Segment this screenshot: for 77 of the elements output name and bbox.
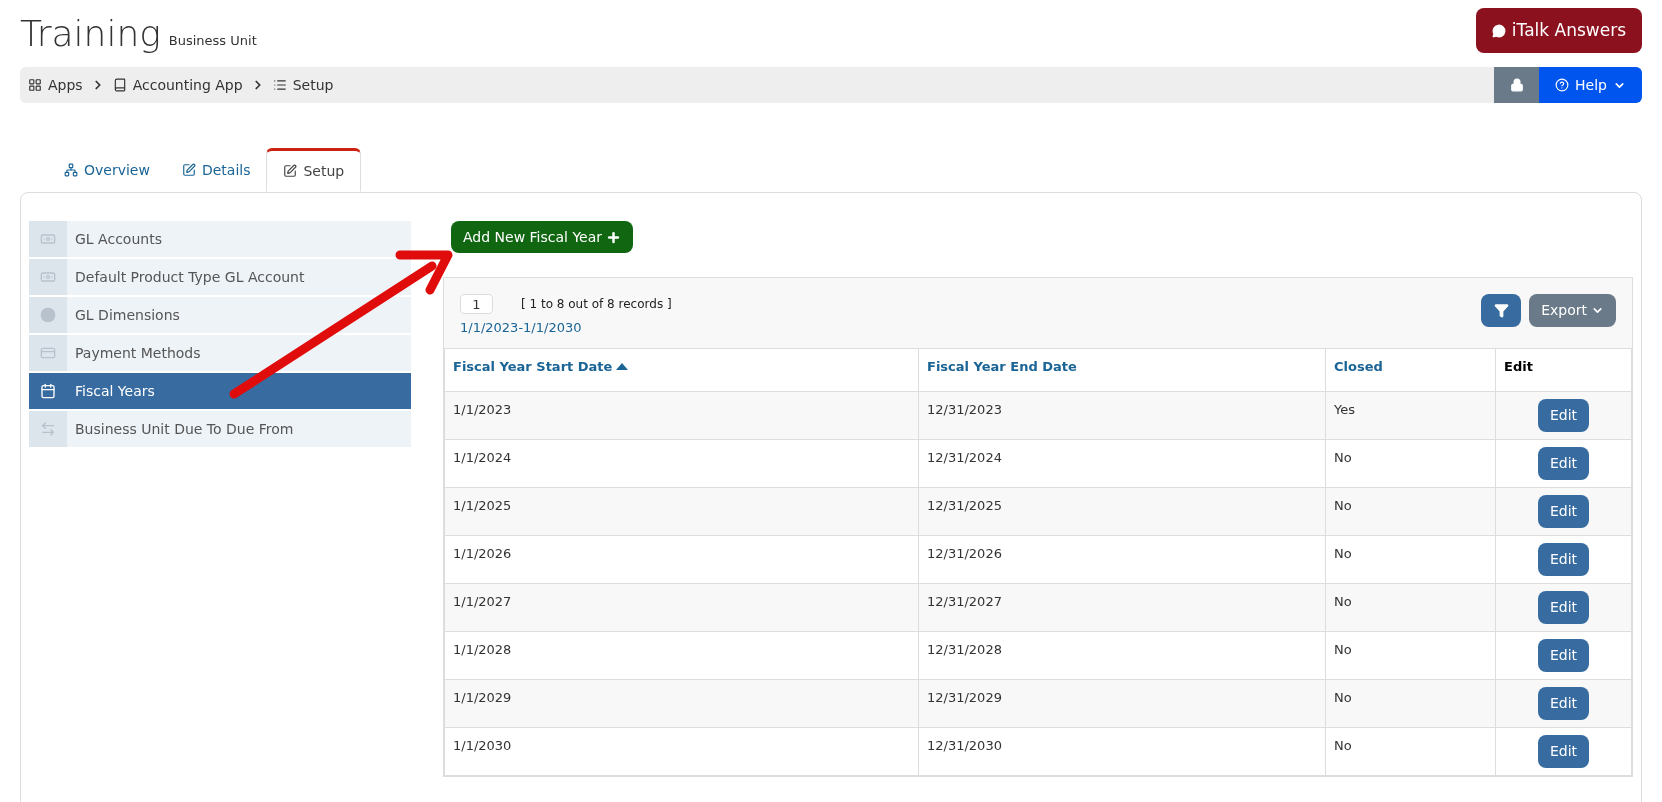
table-cell: 1/1/2027 [444, 583, 919, 632]
edit-icon [283, 164, 298, 178]
table-cell: 12/31/2024 [918, 439, 1326, 488]
sidebar-item[interactable]: Fiscal Years [29, 373, 411, 409]
table-cell: No [1325, 439, 1496, 488]
table-cell: 1/1/2026 [444, 535, 919, 584]
table-cell: 1/1/2029 [444, 679, 919, 728]
edit-button[interactable]: Edit [1537, 543, 1590, 576]
chat-bubble-icon [1491, 23, 1506, 38]
edit-button[interactable]: Edit [1537, 591, 1590, 624]
table-cell: 12/31/2028 [918, 631, 1326, 680]
calendar-icon [40, 383, 56, 399]
lock-button[interactable] [1494, 67, 1540, 103]
table-cell: No [1325, 583, 1496, 632]
arrows-icon [40, 421, 56, 437]
table-cell: 12/31/2026 [918, 535, 1326, 584]
add-fiscal-year-button[interactable]: Add New Fiscal Year [451, 221, 633, 253]
sidebar-item[interactable]: GL Dimensions [29, 297, 411, 333]
circle-icon [40, 307, 56, 323]
table-cell: No [1325, 727, 1496, 776]
edit-icon [181, 163, 196, 177]
table-cell: 12/31/2030 [918, 727, 1326, 776]
column-header[interactable]: Fiscal Year Start Date [444, 348, 919, 392]
table-cell: 1/1/2028 [444, 631, 919, 680]
tab[interactable]: Overview [48, 148, 166, 192]
table-cell: Yes [1325, 391, 1496, 440]
table-cell: 12/31/2029 [918, 679, 1326, 728]
list-icon [272, 78, 287, 92]
grid-icon [28, 78, 42, 92]
edit-button[interactable]: Edit [1537, 447, 1590, 480]
help-icon [1555, 78, 1570, 92]
page-title: Training [20, 16, 161, 52]
table-cell: 12/31/2025 [918, 487, 1326, 536]
column-header[interactable]: Closed [1325, 348, 1496, 392]
book-icon [112, 78, 127, 92]
table-cell: No [1325, 535, 1496, 584]
table-cell: 1/1/2025 [444, 487, 919, 536]
edit-button[interactable]: Edit [1537, 399, 1590, 432]
sitemap-icon [64, 163, 78, 177]
plus-icon [606, 229, 621, 245]
page-subtitle: Business Unit [168, 31, 257, 50]
edit-button[interactable]: Edit [1537, 687, 1590, 720]
page-number-field[interactable]: 1 [460, 294, 493, 314]
sidebar-item[interactable]: Default Product Type GL Account [29, 259, 411, 295]
table-cell: No [1325, 631, 1496, 680]
breadcrumb-link[interactable]: Setup [272, 74, 334, 96]
table-cell: 12/31/2027 [918, 583, 1326, 632]
export-button[interactable]: Export [1529, 294, 1616, 327]
column-header[interactable]: Fiscal Year End Date [918, 348, 1326, 392]
credit-card-icon [40, 345, 56, 361]
table-cell: 1/1/2030 [444, 727, 919, 776]
record-count: [ 1 to 8 out of 8 records ] [521, 296, 672, 313]
lock-icon [1509, 78, 1524, 92]
table-cell: 12/31/2023 [918, 391, 1326, 440]
sidebar-item[interactable]: Payment Methods [29, 335, 411, 371]
sidebar-item[interactable]: GL Accounts [29, 221, 411, 257]
banknote-icon [40, 231, 56, 247]
tab[interactable]: Details [165, 148, 267, 192]
breadcrumb-link[interactable]: Accounting App [112, 74, 243, 96]
filter-icon [1493, 303, 1509, 318]
banknote-icon [40, 269, 56, 285]
sidebar-item[interactable]: Business Unit Due To Due From [29, 411, 411, 447]
tab[interactable]: Setup [266, 148, 362, 192]
help-menu-button[interactable]: Help [1539, 67, 1642, 103]
edit-button[interactable]: Edit [1537, 639, 1590, 672]
edit-button[interactable]: Edit [1537, 735, 1590, 768]
table-cell: 1/1/2024 [444, 439, 919, 488]
column-header: Edit [1495, 348, 1632, 392]
edit-button[interactable]: Edit [1537, 495, 1590, 528]
table-cell: No [1325, 679, 1496, 728]
italk-answers-button[interactable]: iTalk Answers [1475, 8, 1642, 53]
sort-up-icon [616, 363, 629, 371]
breadcrumb-link[interactable]: Apps [28, 74, 83, 96]
filter-button[interactable] [1481, 294, 1522, 327]
date-range-link[interactable]: 1/1/2023-1/1/2030 [460, 318, 672, 338]
table-cell: 1/1/2023 [444, 391, 919, 440]
table-cell: No [1325, 487, 1496, 536]
